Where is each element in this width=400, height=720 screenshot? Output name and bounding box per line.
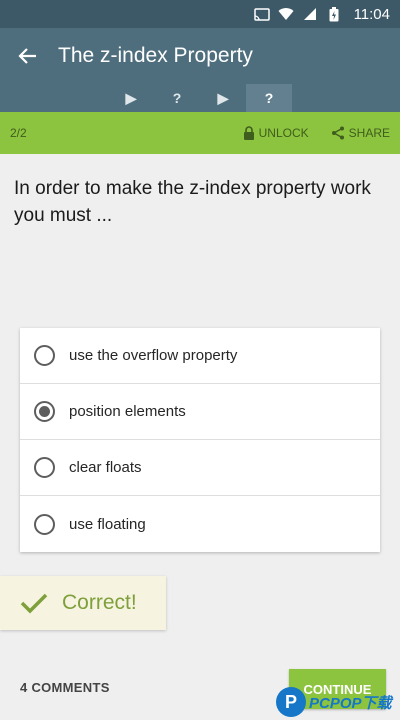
correct-feedback: Correct! [0,576,166,630]
feedback-text: Correct! [62,591,137,614]
step-4-current[interactable]: ? [246,84,292,112]
answer-option-selected[interactable]: position elements [20,384,380,440]
answer-option[interactable]: use floating [20,496,380,552]
answer-text: use the overflow property [69,347,238,364]
step-1[interactable]: ▶ [108,84,154,112]
page-title: The z-index Property [58,44,253,67]
lesson-toolbar: 2/2 UNLOCK SHARE [0,112,400,154]
radio-unselected[interactable] [34,457,55,478]
back-button[interactable] [0,28,56,84]
question-progress: 2/2 [10,126,27,140]
radio-dot [39,406,50,417]
answer-text: clear floats [69,459,142,476]
lock-icon [243,126,254,140]
unlock-button[interactable]: UNLOCK [243,126,309,140]
battery-icon [326,6,342,21]
signal-icon [302,7,318,21]
pcpop-logo-icon: P [276,687,306,717]
step-2[interactable]: ? [154,84,200,112]
answer-option[interactable]: clear floats [20,440,380,496]
question-text: In order to make the z-index property wo… [14,178,371,226]
share-button[interactable]: SHARE [331,126,390,140]
status-bar: 11:04 [0,0,400,28]
radio-selected[interactable] [34,401,55,422]
wifi-icon [278,7,294,21]
status-time: 11:04 [353,5,390,23]
answer-options: use the overflow property position eleme… [20,328,380,552]
cast-icon [253,7,270,21]
step-3[interactable]: ▶ [200,84,246,112]
radio-unselected[interactable] [34,345,55,366]
comments-link[interactable]: 4 COMMENTS [20,680,110,695]
radio-unselected[interactable] [34,513,55,535]
unlock-label: UNLOCK [258,126,309,140]
share-label: SHARE [348,126,390,140]
answer-text: position elements [69,403,186,420]
app-bar: The z-index Property [0,28,400,84]
checkmark-icon [20,593,48,614]
share-icon [331,126,344,140]
arrow-left-icon [18,48,36,64]
answer-text: use floating [69,515,146,533]
watermark-text: PCPOP下载 [309,694,392,712]
watermark: P PCPOP下载 [276,684,400,720]
lesson-steps: ▶ ? ▶ ? [0,84,400,112]
answer-option[interactable]: use the overflow property [20,328,380,384]
